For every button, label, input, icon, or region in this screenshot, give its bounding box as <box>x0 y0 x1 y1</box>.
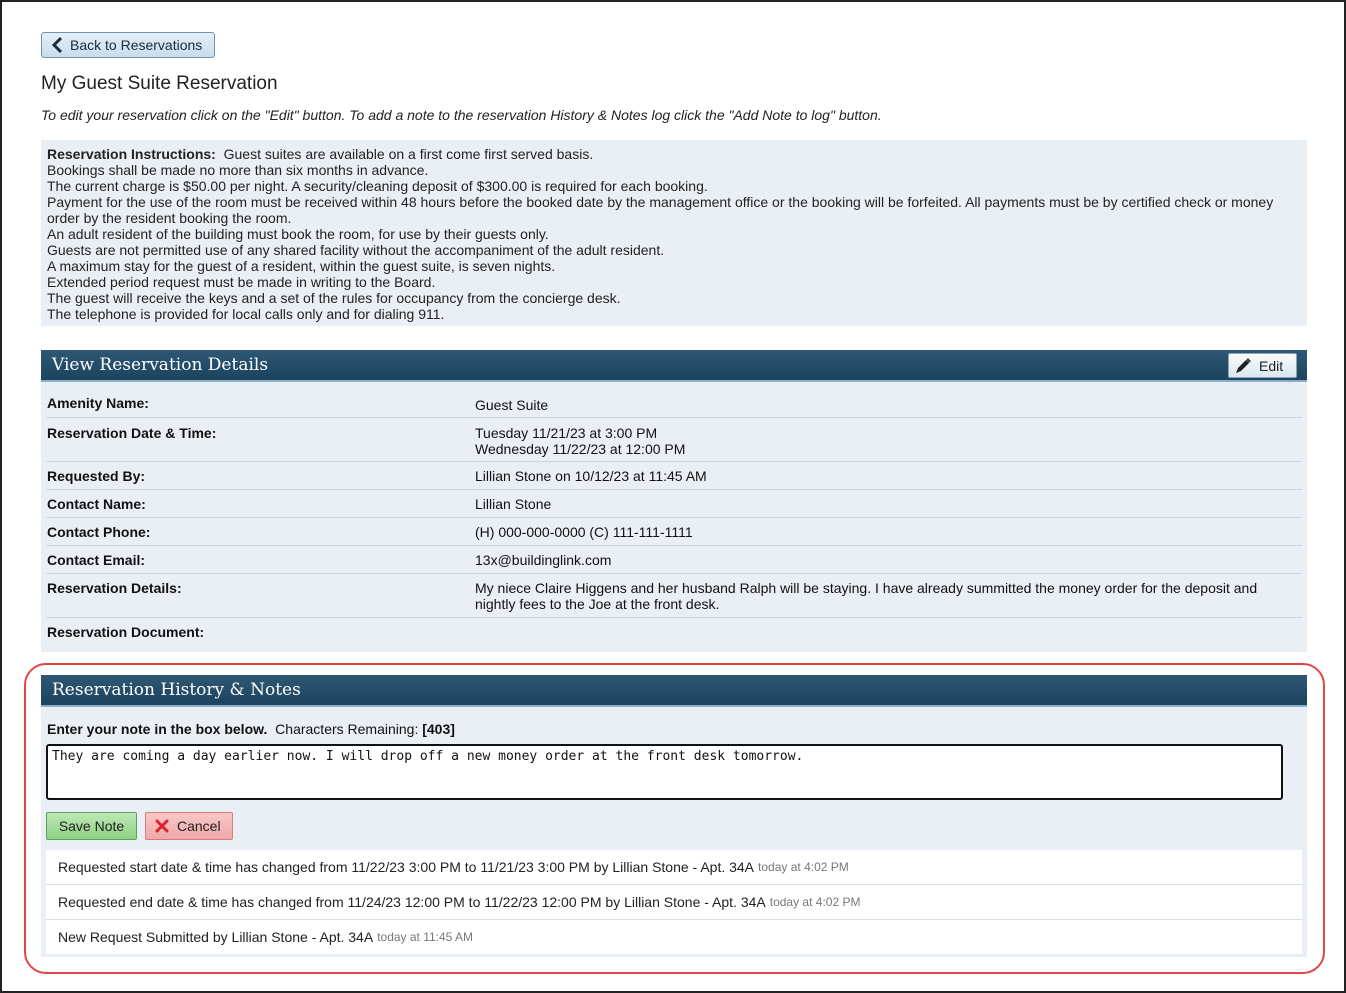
detail-value: Guest Suite <box>475 397 549 413</box>
cancel-button-label: Cancel <box>177 818 221 834</box>
detail-label: Reservation Details: <box>47 580 182 596</box>
log-entry: New Request Submitted by Lillian Stone -… <box>46 920 1302 954</box>
log-entry-time: today at 4:02 PM <box>769 895 861 909</box>
instructions-line: An adult resident of the building must b… <box>47 226 549 242</box>
edit-button-label: Edit <box>1259 357 1284 374</box>
log-entry-text: Requested end date & time has changed fr… <box>58 894 766 910</box>
instructions-line: Guest suites are available on a first co… <box>223 146 594 162</box>
detail-label: Amenity Name: <box>47 395 149 411</box>
detail-value <box>475 618 1302 648</box>
detail-row-requested-by: Requested By: Lillian Stone on 10/12/23 … <box>46 462 1302 490</box>
back-to-reservations-button[interactable]: Back to Reservations <box>41 32 215 58</box>
detail-value: (H) 000-000-0000 (C) 111-111-1111 <box>475 524 693 540</box>
close-icon <box>155 819 169 833</box>
detail-label: Reservation Document: <box>47 624 205 640</box>
instructions-line: Bookings shall be made no more than six … <box>47 162 429 178</box>
log-entry-time: today at 4:02 PM <box>758 860 849 874</box>
detail-label: Contact Phone: <box>47 524 151 540</box>
details-panel-header: View Reservation Details Edit <box>41 350 1307 382</box>
detail-label: Requested By: <box>47 468 146 484</box>
instructions-line: Extended period request must be made in … <box>47 274 436 290</box>
history-log: Requested start date & time has changed … <box>46 850 1302 954</box>
edit-button[interactable]: Edit <box>1228 353 1297 378</box>
detail-value: Tuesday 11/21/23 at 3:00 PM Wednesday 11… <box>475 418 1302 461</box>
detail-label: Contact Name: <box>47 496 146 512</box>
log-entry: Requested start date & time has changed … <box>46 850 1302 885</box>
edit-instructions-text: To edit your reservation click on the "E… <box>41 107 882 123</box>
reservation-end: Wednesday 11/22/23 at 12:00 PM <box>475 441 686 457</box>
instructions-line: The telephone is provided for local call… <box>47 306 445 322</box>
log-entry-text: Requested start date & time has changed … <box>58 859 755 875</box>
log-entry: Requested end date & time has changed fr… <box>46 885 1302 920</box>
detail-row-contact-name: Contact Name: Lillian Stone <box>46 490 1302 518</box>
note-prompt: Enter your note in the box below. Charac… <box>47 721 455 737</box>
chars-remaining-count: [403] <box>422 721 455 737</box>
history-panel-body: Enter your note in the box below. Charac… <box>41 707 1307 957</box>
chars-remaining-label: Characters Remaining: <box>275 721 419 737</box>
log-entry-text: New Request Submitted by Lillian Stone -… <box>58 929 374 945</box>
detail-row-amenity: Amenity Name: Guest Suite <box>46 388 1302 418</box>
chevron-left-icon <box>51 36 63 54</box>
detail-row-document: Reservation Document: <box>46 618 1302 648</box>
history-panel-title: Reservation History & Notes <box>52 680 301 700</box>
reservation-instructions: Reservation Instructions: Guest suites a… <box>41 140 1307 326</box>
detail-value: 13x@buildinglink.com <box>475 552 612 568</box>
instructions-line: The current charge is $50.00 per night. … <box>47 178 708 194</box>
back-button-label: Back to Reservations <box>70 37 203 53</box>
save-note-button[interactable]: Save Note <box>46 812 137 840</box>
instructions-line: The guest will receive the keys and a se… <box>47 290 621 306</box>
detail-row-contact-phone: Contact Phone: (H) 000-000-0000 (C) 111-… <box>46 518 1302 546</box>
detail-row-reservation-details: Reservation Details: My niece Claire Hig… <box>46 574 1302 618</box>
note-prompt-text: Enter your note in the box below. <box>47 721 268 737</box>
detail-row-contact-email: Contact Email: 13x@buildinglink.com <box>46 546 1302 574</box>
page-title: My Guest Suite Reservation <box>41 73 278 94</box>
cancel-button[interactable]: Cancel <box>145 812 233 840</box>
reservation-start: Tuesday 11/21/23 at 3:00 PM <box>475 425 658 441</box>
instructions-heading: Reservation Instructions: <box>47 146 216 162</box>
detail-label: Reservation Date & Time: <box>47 425 217 441</box>
log-entry-time: today at 11:45 AM <box>377 930 474 944</box>
reservation-details-table: Amenity Name: Guest Suite Reservation Da… <box>41 382 1307 652</box>
details-panel-title: View Reservation Details <box>52 355 269 375</box>
detail-value: My niece Claire Higgens and her husband … <box>475 580 1258 612</box>
instructions-line: Payment for the use of the room must be … <box>47 194 1274 226</box>
detail-label: Contact Email: <box>47 552 146 568</box>
history-panel-header: Reservation History & Notes <box>41 675 1307 707</box>
detail-value: Lillian Stone on 10/12/23 at 11:45 AM <box>475 468 707 484</box>
instructions-line: Guests are not permitted use of any shar… <box>47 242 665 258</box>
note-textarea[interactable]: They are coming a day earlier now. I wil… <box>46 744 1283 800</box>
instructions-line: A maximum stay for the guest of a reside… <box>47 258 556 274</box>
pencil-icon <box>1236 357 1251 373</box>
instructions-first-line: Reservation Instructions: Guest suites a… <box>47 146 1301 162</box>
detail-row-date-time: Reservation Date & Time: Tuesday 11/21/2… <box>46 418 1302 462</box>
detail-value: Lillian Stone <box>475 496 552 512</box>
